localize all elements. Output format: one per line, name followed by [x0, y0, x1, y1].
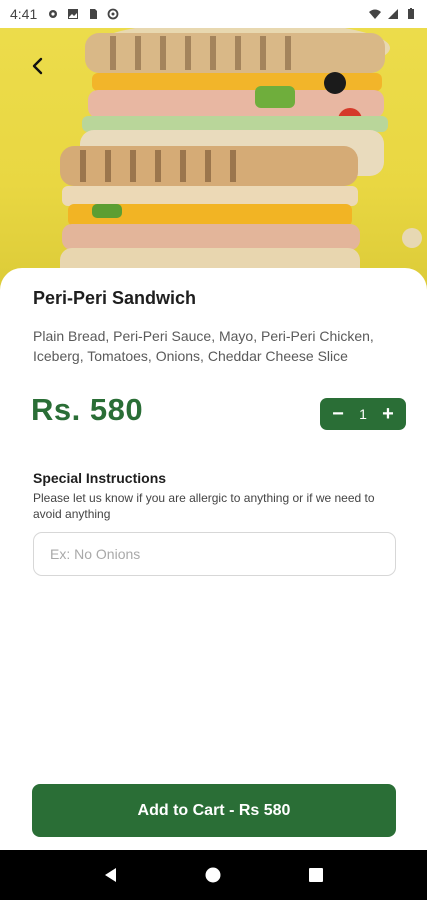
gear-icon: [49, 10, 58, 18]
product-detail-card: Peri-Peri Sandwich Plain Bread, Peri-Per…: [0, 268, 427, 850]
chevron-left-icon: [32, 57, 43, 75]
status-icons-right: [369, 8, 417, 20]
status-icons-left: [47, 8, 119, 20]
sandwich-illustration: [60, 28, 422, 288]
back-button[interactable]: [22, 50, 54, 82]
special-instructions-title: Special Instructions: [33, 470, 167, 486]
product-title: Peri-Peri Sandwich: [33, 288, 197, 308]
nav-recents-button[interactable]: [296, 855, 336, 895]
wifi-icon: [369, 9, 381, 19]
product-description: Plain Bread, Peri-Peri Sauce, Mayo, Peri…: [33, 328, 374, 364]
status-time: 4:41: [10, 6, 38, 22]
nav-back-button[interactable]: [91, 855, 131, 895]
nav-home-button[interactable]: [193, 855, 233, 895]
navigation-bar: [0, 850, 427, 900]
special-instructions-help: Please let us know if you are allergic t…: [33, 491, 375, 521]
circle-home-icon: [205, 867, 221, 883]
product-hero-image: [0, 28, 427, 290]
decrement-button[interactable]: −: [328, 403, 348, 425]
photo-icon: [68, 9, 79, 19]
triangle-back-icon: [105, 868, 117, 882]
product-price: Rs. 580: [31, 392, 144, 427]
quantity-stepper: − 1 +: [320, 398, 406, 430]
sync-icon: [107, 8, 119, 20]
increment-button[interactable]: +: [378, 403, 398, 425]
add-to-cart-button[interactable]: Add to Cart - Rs 580: [32, 784, 396, 837]
quantity-value: 1: [359, 406, 367, 422]
square-recents-icon: [308, 868, 323, 882]
status-bar: 4:41: [0, 0, 427, 28]
battery-icon: [408, 8, 414, 19]
special-instructions-input[interactable]: [33, 532, 396, 576]
signal-icon: [388, 9, 398, 19]
sim-card-icon: [90, 9, 98, 19]
